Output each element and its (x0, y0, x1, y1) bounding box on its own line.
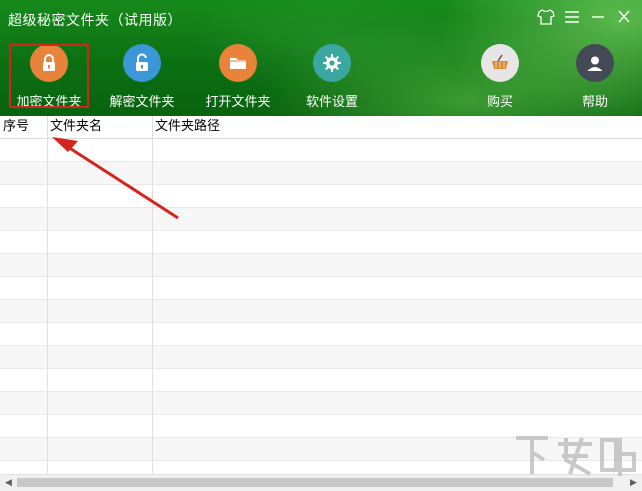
close-button[interactable] (613, 6, 635, 28)
decrypt-folder-button[interactable]: 解密文件夹 (102, 44, 182, 110)
table-row[interactable] (0, 346, 642, 369)
table-row[interactable] (0, 162, 642, 185)
folder-icon (219, 44, 257, 82)
scroll-right-icon[interactable]: ▶ (625, 475, 642, 491)
horizontal-scrollbar[interactable]: ◀ ▶ (0, 474, 642, 491)
help-button[interactable]: 帮助 (555, 44, 635, 110)
table-row[interactable] (0, 139, 642, 162)
settings-button[interactable]: 软件设置 (292, 44, 372, 110)
basket-icon (481, 44, 519, 82)
table-row[interactable] (0, 415, 642, 438)
highlight-box (9, 44, 89, 108)
app-title: 超级秘密文件夹（试用版） (8, 13, 182, 29)
scrollbar-thumb[interactable] (17, 478, 613, 487)
scroll-left-icon[interactable]: ◀ (0, 475, 17, 491)
table-row[interactable] (0, 208, 642, 231)
buy-label: 购买 (486, 95, 513, 110)
column-divider (152, 116, 153, 474)
title-bar: 超级秘密文件夹（试用版） 加密文件夹 解密文件夹 打开文件夹 软件设置 购买 帮… (0, 0, 642, 116)
gear-icon (313, 44, 351, 82)
shirt-icon (537, 9, 555, 25)
buy-button[interactable]: 购买 (460, 44, 540, 110)
skin-button[interactable] (535, 6, 557, 28)
open-folder-label: 打开文件夹 (205, 95, 271, 110)
menu-icon (565, 11, 579, 23)
table-row[interactable] (0, 277, 642, 300)
table-row[interactable] (0, 392, 642, 415)
close-icon (618, 10, 630, 23)
table-row[interactable] (0, 369, 642, 392)
table-row[interactable] (0, 323, 642, 346)
table-header: 序号 文件夹名 文件夹路径 (0, 116, 642, 139)
menu-button[interactable] (561, 6, 583, 28)
folder-table[interactable]: 序号 文件夹名 文件夹路径 (0, 116, 642, 484)
table-row[interactable] (0, 438, 642, 461)
table-row[interactable] (0, 231, 642, 254)
decrypt-folder-label: 解密文件夹 (109, 95, 175, 110)
table-row[interactable] (0, 185, 642, 208)
minimize-icon (592, 16, 604, 18)
lock-open-icon (123, 44, 161, 82)
settings-label: 软件设置 (305, 95, 358, 110)
user-icon (576, 44, 614, 82)
open-folder-button[interactable]: 打开文件夹 (198, 44, 278, 110)
column-header-folder-path[interactable]: 文件夹路径 (152, 116, 642, 138)
minimize-button[interactable] (587, 6, 609, 28)
column-header-index[interactable]: 序号 (0, 116, 47, 138)
table-row[interactable] (0, 300, 642, 323)
help-label: 帮助 (581, 95, 608, 110)
column-divider (47, 116, 48, 474)
column-header-folder-name[interactable]: 文件夹名 (47, 116, 152, 138)
table-row[interactable] (0, 254, 642, 277)
